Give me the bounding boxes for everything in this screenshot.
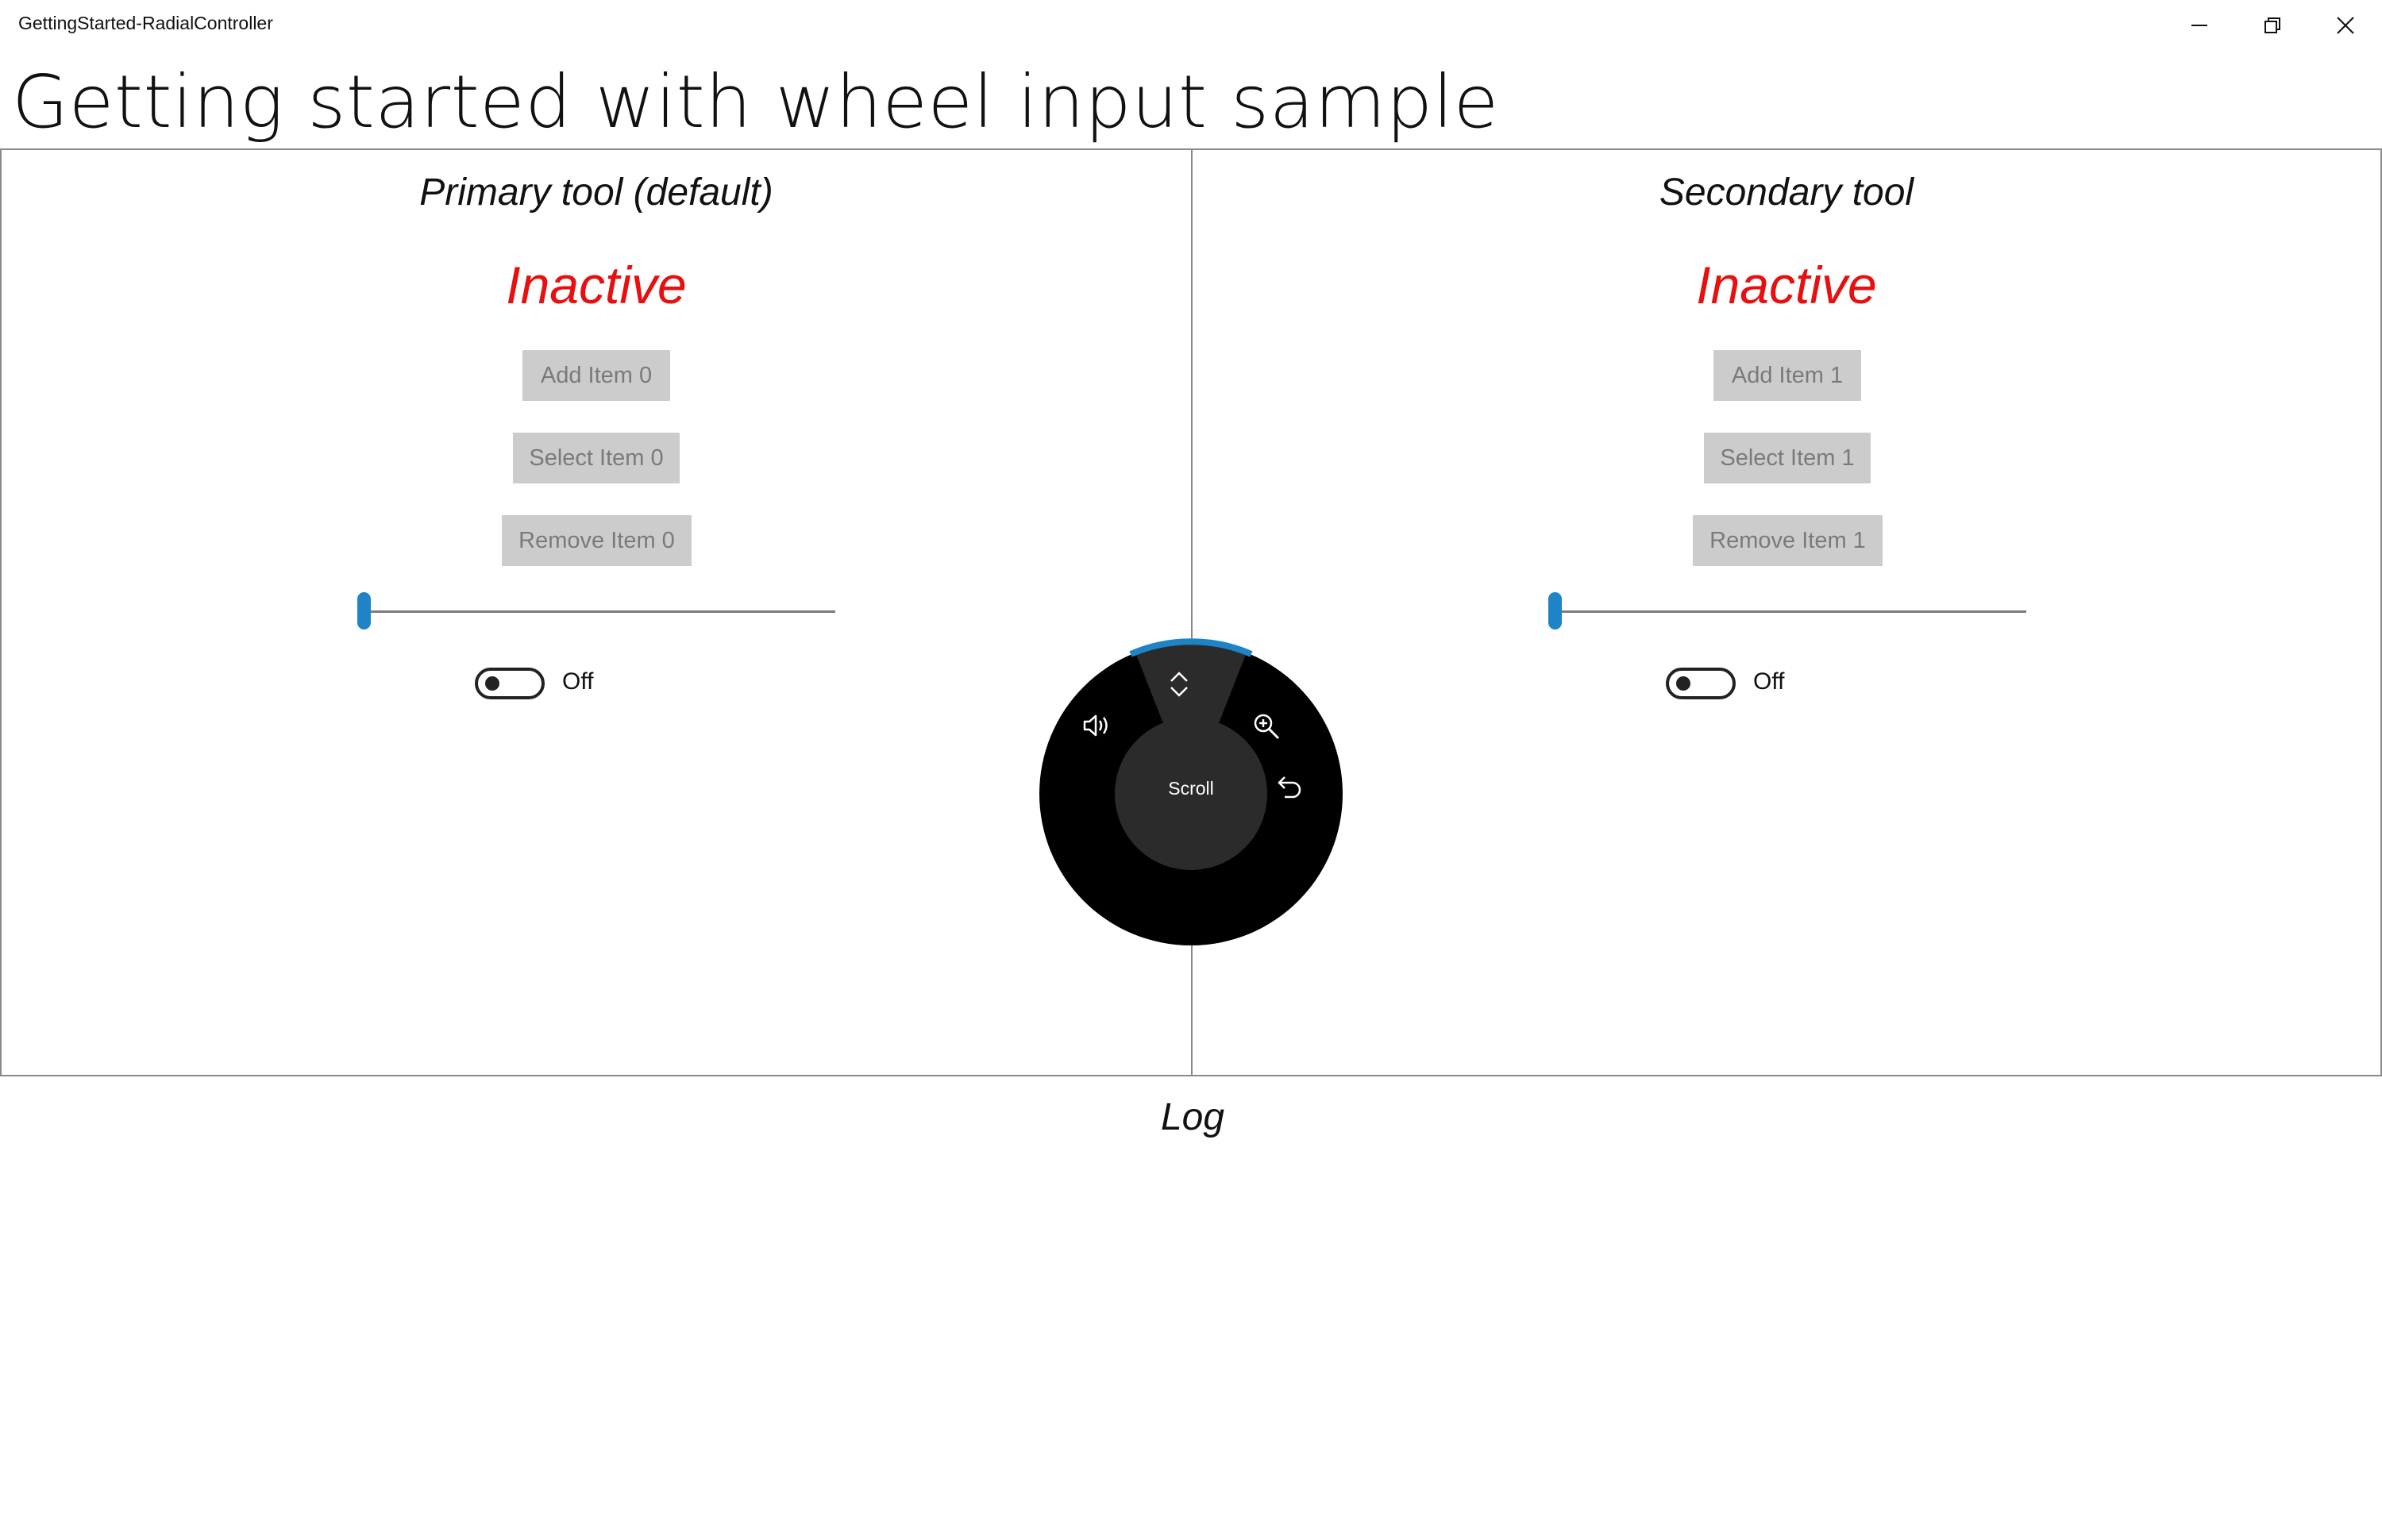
- scroll-icon: [1170, 672, 1188, 697]
- secondary-tool-panel: Secondary tool Inactive Add Item 1 Selec…: [1191, 148, 2382, 1076]
- primary-slider-thumb[interactable]: [357, 592, 371, 629]
- volume-icon: [1083, 714, 1108, 737]
- remove-item-1-button[interactable]: Remove Item 1: [1693, 515, 1883, 566]
- primary-slider-track[interactable]: [359, 610, 835, 613]
- app-title: GettingStarted-RadialController: [18, 13, 273, 33]
- primary-status: Inactive: [506, 256, 687, 314]
- remove-item-0-button[interactable]: Remove Item 0: [502, 515, 692, 566]
- primary-tool-panel: Primary tool (default) Inactive Add Item…: [0, 148, 1193, 1076]
- radial-item-volume[interactable]: [1081, 711, 1129, 759]
- primary-toggle-switch[interactable]: [475, 668, 545, 699]
- add-item-0-button[interactable]: Add Item 0: [522, 350, 670, 401]
- log-title: Log: [1160, 1096, 1225, 1138]
- radial-item-scroll[interactable]: [1167, 668, 1215, 716]
- close-icon: [2337, 17, 2354, 34]
- radial-item-undo[interactable]: [1274, 772, 1321, 819]
- restore-icon: [2264, 17, 2280, 33]
- minimize-icon: [2191, 25, 2207, 26]
- toggle-knob: [1676, 676, 1690, 691]
- secondary-tool-title: Secondary tool: [1659, 171, 1914, 214]
- radial-item-zoom[interactable]: [1251, 711, 1299, 759]
- radial-menu[interactable]: Scroll: [1035, 638, 1347, 949]
- primary-toggle-label: Off: [562, 668, 594, 695]
- secondary-toggle-switch[interactable]: [1666, 668, 1736, 699]
- primary-tool-title: Primary tool (default): [419, 171, 773, 214]
- zoom-icon: [1254, 714, 1280, 740]
- secondary-toggle-label: Off: [1753, 668, 1785, 695]
- secondary-slider-track[interactable]: [1550, 610, 2026, 613]
- close-button[interactable]: [2309, 0, 2382, 51]
- title-bar: GettingStarted-RadialController: [0, 0, 2382, 51]
- radial-center-label[interactable]: Scroll: [1151, 778, 1231, 799]
- undo-icon: [1278, 776, 1301, 799]
- secondary-status: Inactive: [1696, 256, 1877, 314]
- secondary-slider-thumb[interactable]: [1548, 592, 1562, 629]
- restore-button[interactable]: [2236, 0, 2309, 51]
- select-item-1-button[interactable]: Select Item 1: [1704, 433, 1871, 483]
- toggle-knob: [485, 676, 499, 691]
- page-title: Getting started with wheel input sample: [12, 60, 1499, 144]
- add-item-1-button[interactable]: Add Item 1: [1713, 350, 1861, 401]
- select-item-0-button[interactable]: Select Item 0: [513, 433, 680, 483]
- minimize-button[interactable]: [2163, 0, 2236, 51]
